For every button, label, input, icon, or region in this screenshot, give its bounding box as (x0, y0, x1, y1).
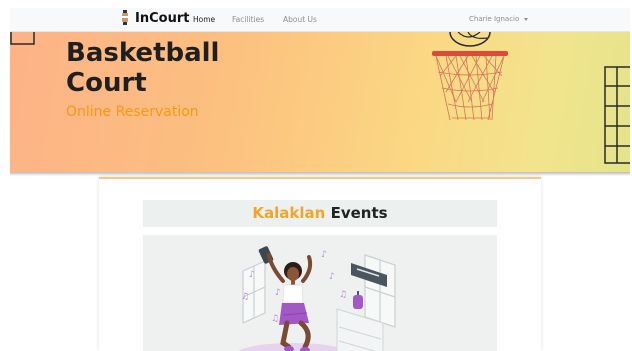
svg-text:♫: ♫ (271, 314, 279, 324)
basketball-hoop-icon (432, 32, 508, 121)
event-title-accent: Kalaklan (252, 204, 326, 222)
svg-text:♪: ♪ (321, 250, 327, 260)
svg-text:♪: ♪ (275, 288, 281, 298)
hero-title: Basketball Court (66, 38, 219, 98)
caret-down-icon (524, 17, 529, 21)
svg-text:♪: ♪ (249, 270, 255, 280)
event-illustration: ♪ ♫ ♪ ♫ ♪ ♪ ♫ (143, 235, 497, 351)
event-title-rest: Events (325, 204, 388, 222)
dancing-woman-illustration-icon: ♪ ♫ ♪ ♫ ♪ ♪ ♫ (239, 246, 396, 351)
court-lines-left-decoration (10, 32, 35, 45)
hero-title-line1: Basketball (66, 38, 220, 68)
event-title: Kalaklan Events (143, 200, 497, 227)
svg-text:♪: ♪ (329, 272, 335, 282)
event-card: Kalaklan Events ♪ ♫ ♪ ♫ ♪ ♪ ♫ (99, 177, 541, 351)
brand-logo-icon (120, 10, 130, 26)
navbar: InCourt Home Facilities About Us Charie … (10, 8, 630, 32)
nav-link-home[interactable]: Home (193, 15, 215, 24)
svg-text:♫: ♫ (339, 290, 347, 300)
court-grid-right-decoration (604, 66, 630, 164)
hero-subtitle: Online Reservation (66, 104, 199, 120)
hero-title-line2: Court (66, 68, 147, 98)
svg-text:♫: ♫ (241, 292, 249, 302)
user-menu-dropdown[interactable]: Charie Ignacio (469, 15, 529, 23)
brand-link[interactable]: InCourt (120, 10, 189, 26)
brand-name: InCourt (135, 10, 190, 26)
nav-link-facilities[interactable]: Facilities (232, 15, 264, 24)
hero-banner: Basketball Court Online Reservation (10, 32, 630, 172)
hero-divider (10, 172, 630, 176)
user-name: Charie Ignacio (469, 15, 520, 23)
nav-link-about-us[interactable]: About Us (283, 15, 317, 24)
